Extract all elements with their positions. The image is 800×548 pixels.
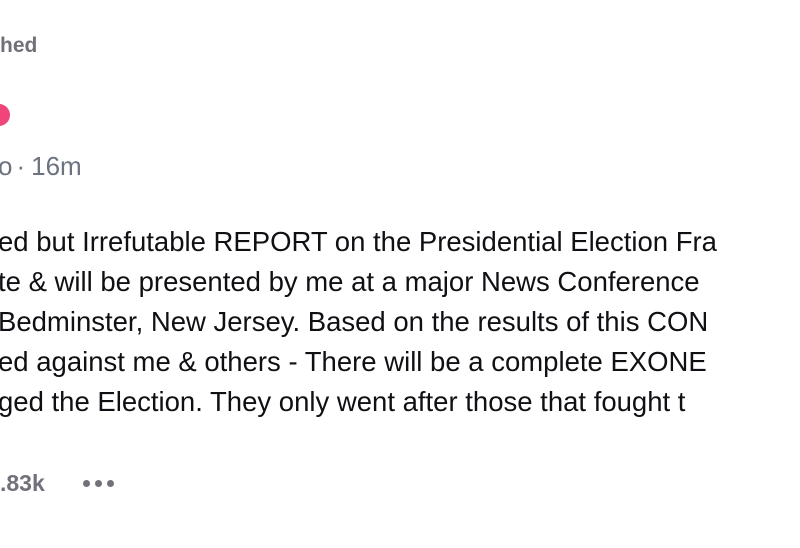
post-line: ed but Irrefutable REPORT on the Preside… <box>0 226 717 257</box>
post-line: ed against me & others - There will be a… <box>0 346 707 377</box>
more-options-icon <box>94 480 102 487</box>
post-timestamp[interactable]: 16m <box>31 151 82 181</box>
post-line: Bedminster, New Jersey. Based on the res… <box>0 306 709 337</box>
verified-badge-icon <box>0 104 10 126</box>
author-handle[interactable]: o <box>0 151 12 181</box>
meta-separator: · <box>16 151 26 181</box>
post-page: hed o · 16m ed but Irrefutable REPORT on t… <box>0 0 800 548</box>
more-options-button[interactable] <box>82 476 114 491</box>
like-count[interactable]: .83k <box>0 470 45 497</box>
pinned-label: hed <box>0 34 38 57</box>
post-actions: .83k <box>0 470 114 497</box>
post-meta: o · 16m <box>0 151 82 182</box>
post-line: te & will be presented by me at a major … <box>0 266 700 297</box>
post-line: ged the Election. They only went after t… <box>0 386 686 417</box>
more-options-icon <box>82 480 90 487</box>
post-body: ed but Irrefutable REPORT on the Preside… <box>0 222 800 422</box>
more-options-icon <box>106 480 114 487</box>
